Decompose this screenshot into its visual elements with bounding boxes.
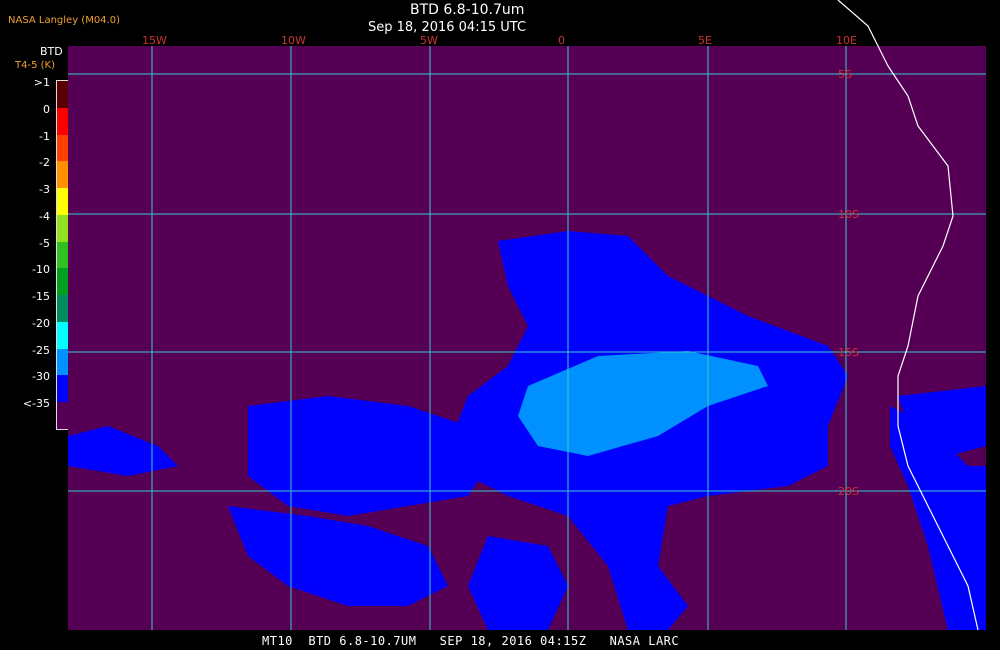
legend-label: -30: [32, 370, 50, 384]
legend-label: -20: [32, 316, 50, 330]
longitude-label: 10W: [281, 34, 306, 47]
legend-label: >1: [33, 76, 50, 89]
longitude-label: 0: [558, 34, 565, 47]
longitude-label: 15W: [142, 34, 167, 47]
satellite-map: 15W 10W 5W 0 5E 10E 5S 10S 15S 20S: [68, 0, 986, 631]
data-source-label: NASA Langley (M04.0): [8, 15, 120, 26]
legend-label: 0: [43, 102, 50, 116]
legend-label: <-35: [22, 397, 50, 411]
legend-label: -1: [39, 129, 50, 143]
legend-label: -25: [32, 343, 50, 357]
legend-label: -5: [39, 236, 50, 250]
legend-label: -3: [39, 183, 50, 197]
legend-label: -15: [32, 290, 50, 304]
observation-time: Sep 18, 2016 04:15 UTC: [368, 20, 527, 35]
product-title: BTD 6.8-10.7um: [410, 2, 525, 18]
latitude-label: 20S: [838, 485, 859, 498]
legend-label: -10: [32, 263, 50, 277]
legend-label: -2: [39, 156, 50, 170]
legend-subtitle: T4-5 (K): [15, 60, 55, 71]
footer-caption: MT10 BTD 6.8-10.7UM SEP 18, 2016 04:15Z …: [262, 634, 680, 648]
legend-label: -4: [39, 209, 50, 223]
longitude-label: 5W: [420, 34, 438, 47]
latitude-label: 15S: [838, 346, 859, 359]
longitude-label: 10E: [836, 34, 857, 47]
latitude-label: 5S: [838, 68, 852, 81]
longitude-label: 5E: [698, 34, 712, 47]
latitude-label: 10S: [838, 208, 859, 221]
longitude-labels: 15W 10W 5W 0 5E 10E: [142, 34, 857, 47]
legend-title: BTD: [40, 45, 63, 58]
